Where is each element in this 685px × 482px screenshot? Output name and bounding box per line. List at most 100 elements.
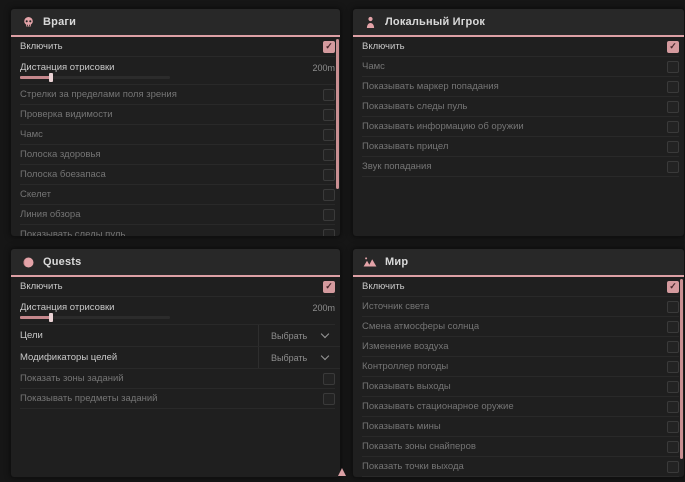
checkbox[interactable]	[667, 341, 679, 353]
settings-row: Показать точки выхода	[362, 457, 679, 477]
checkbox[interactable]	[323, 149, 335, 161]
settings-row: Показывать стационарное оружие	[362, 397, 679, 417]
slider-fill	[20, 76, 52, 79]
setting-label: Источник света	[362, 301, 429, 312]
slider-label-line: Дистанция отрисовки 200m	[20, 302, 335, 313]
slider-fill	[20, 316, 52, 319]
panel-body: Включить ✓ Источник света Смена атмосфер…	[353, 277, 684, 477]
checkmark-icon: ✓	[669, 42, 677, 51]
checkbox[interactable]: ✓	[667, 41, 679, 53]
checkbox[interactable]	[323, 393, 335, 405]
checkbox[interactable]	[667, 441, 679, 453]
setting-label: Контроллер погоды	[362, 361, 448, 372]
trainer-overlay: Враги Включить ✓ Дистанция отрисовки 200…	[0, 0, 685, 482]
settings-panel: Мир Включить ✓ Источник света Смена атмо…	[352, 248, 685, 478]
checkbox[interactable]	[323, 89, 335, 101]
checkbox[interactable]	[667, 301, 679, 313]
dropdown[interactable]: Выбрать	[258, 347, 340, 368]
checkbox[interactable]	[667, 81, 679, 93]
checkbox[interactable]: ✓	[323, 281, 335, 293]
setting-label: Показывать следы пуль	[362, 101, 467, 112]
checkbox[interactable]	[323, 169, 335, 181]
quests-icon	[21, 255, 35, 269]
scrollbar[interactable]	[336, 39, 339, 189]
dropdown[interactable]: Выбрать	[258, 325, 340, 346]
panel-header: Локальный Игрок	[353, 9, 684, 37]
panel-title: Quests	[43, 256, 82, 268]
checkbox[interactable]: ✓	[667, 281, 679, 293]
slider-value: 200m	[312, 303, 335, 313]
settings-row: Линия обзора	[20, 205, 335, 225]
checkbox[interactable]	[323, 109, 335, 121]
settings-row: Включить ✓	[362, 277, 679, 297]
checkbox[interactable]	[667, 401, 679, 413]
settings-row: Показывать прицел	[362, 137, 679, 157]
setting-label: Дистанция отрисовки	[20, 62, 114, 73]
panel-header: Quests	[11, 249, 340, 277]
setting-label: Модификаторы целей	[20, 352, 117, 363]
select-row: Модификаторы целей Выбрать	[20, 347, 340, 369]
chevron-down-icon	[321, 352, 329, 360]
setting-label: Скелет	[20, 189, 51, 200]
checkbox[interactable]	[667, 381, 679, 393]
checkbox[interactable]	[323, 229, 335, 238]
setting-label: Показывать выходы	[362, 381, 451, 392]
checkbox[interactable]	[667, 121, 679, 133]
dropdown-value: Выбрать	[271, 331, 307, 341]
setting-label: Включить	[20, 41, 63, 52]
settings-row: Звук попадания	[362, 157, 679, 177]
slider-row: Дистанция отрисовки 200m	[20, 57, 335, 85]
slider-thumb[interactable]	[49, 73, 53, 82]
slider-thumb[interactable]	[49, 313, 53, 322]
setting-label: Включить	[20, 281, 63, 292]
chevron-down-icon	[321, 330, 329, 338]
setting-label: Включить	[362, 41, 405, 52]
settings-row: Показать зоны снайперов	[362, 437, 679, 457]
slider[interactable]	[20, 316, 170, 319]
panel-body: Включить ✓ Чамс Показывать маркер попада…	[353, 37, 684, 177]
setting-label: Полоска здоровья	[20, 149, 101, 160]
checkbox[interactable]	[323, 129, 335, 141]
settings-row: Чамс	[20, 125, 335, 145]
slider-label-line: Дистанция отрисовки 200m	[20, 62, 335, 73]
settings-row: Полоска здоровья	[20, 145, 335, 165]
slider[interactable]	[20, 76, 170, 79]
checkbox[interactable]	[667, 361, 679, 373]
settings-row: Показывать следы пуль	[20, 225, 335, 237]
settings-row: Скелет	[20, 185, 335, 205]
settings-panel: Локальный Игрок Включить ✓ Чамс Показыва…	[352, 8, 685, 237]
checkbox[interactable]	[667, 61, 679, 73]
settings-row: Показывать мины	[362, 417, 679, 437]
setting-label: Звук попадания	[362, 161, 432, 172]
setting-label: Проверка видимости	[20, 109, 113, 120]
checkbox[interactable]	[323, 373, 335, 385]
setting-label: Чамс	[20, 129, 43, 140]
settings-row: Смена атмосферы солнца	[362, 317, 679, 337]
settings-row: Показать зоны заданий	[20, 369, 335, 389]
checkbox[interactable]	[667, 461, 679, 473]
setting-label: Включить	[362, 281, 405, 292]
scrollbar[interactable]	[680, 279, 683, 459]
settings-row: Источник света	[362, 297, 679, 317]
setting-label: Показывать прицел	[362, 141, 448, 152]
settings-panel: Quests Включить ✓ Дистанция отрисовки 20…	[10, 248, 341, 478]
checkbox[interactable]	[667, 141, 679, 153]
checkbox[interactable]	[667, 161, 679, 173]
checkmark-icon: ✓	[669, 282, 677, 291]
settings-row: Изменение воздуха	[362, 337, 679, 357]
checkbox[interactable]	[667, 421, 679, 433]
panel-body: Включить ✓ Дистанция отрисовки 200m Стре…	[11, 37, 340, 237]
setting-label: Показать точки выхода	[362, 461, 464, 472]
panel-body: Включить ✓ Дистанция отрисовки 200m Цели…	[11, 277, 340, 409]
setting-label: Изменение воздуха	[362, 341, 449, 352]
setting-label: Показывать стационарное оружие	[362, 401, 514, 412]
checkbox[interactable]	[323, 189, 335, 201]
skull-icon	[21, 15, 35, 29]
setting-label: Показывать маркер попадания	[362, 81, 499, 92]
checkbox[interactable]: ✓	[323, 41, 335, 53]
checkbox[interactable]	[667, 101, 679, 113]
settings-row: Контроллер погоды	[362, 357, 679, 377]
checkbox[interactable]	[667, 321, 679, 333]
checkbox[interactable]	[323, 209, 335, 221]
settings-row: Стрелки за пределами поля зрения	[20, 85, 335, 105]
